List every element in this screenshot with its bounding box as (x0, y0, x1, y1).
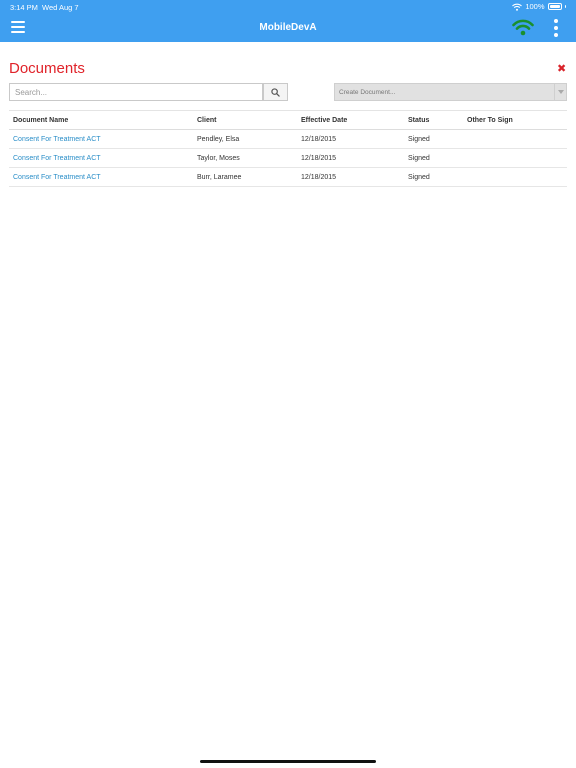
document-name-link[interactable]: Consent For Treatment ACT (9, 148, 193, 168)
vertical-dots-icon[interactable] (552, 19, 560, 37)
app-title: MobileDevA (259, 22, 317, 33)
table-row[interactable]: Consent For Treatment ACT Burr, Laramee … (9, 167, 567, 187)
client-cell: Taylor, Moses (193, 148, 297, 168)
table-header-row: Document Name Client Effective Date Stat… (9, 110, 567, 130)
create-document-select[interactable]: Create Document... (334, 83, 567, 101)
battery-fill (549, 5, 560, 8)
column-header-status[interactable]: Status (404, 110, 463, 130)
chevron-down-icon[interactable] (554, 84, 566, 100)
create-document-label: Create Document... (339, 89, 396, 96)
column-header-other-to-sign[interactable]: Other To Sign (463, 110, 567, 130)
home-indicator (200, 760, 376, 763)
client-cell: Burr, Laramee (193, 167, 297, 187)
document-name-link[interactable]: Consent For Treatment ACT (9, 129, 193, 149)
close-x-icon[interactable]: ✖ (557, 64, 566, 75)
app-header: 3:14 PM Wed Aug 7 100% MobileDevA (0, 0, 576, 42)
documents-table: Document Name Client Effective Date Stat… (9, 110, 567, 187)
table-row[interactable]: Consent For Treatment ACT Pendley, Elsa … (9, 129, 567, 149)
status-bar: 3:14 PM Wed Aug 7 100% (0, 0, 576, 14)
column-header-document-name[interactable]: Document Name (9, 110, 193, 130)
status-cell: Signed (404, 167, 463, 187)
status-cell: Signed (404, 148, 463, 168)
search-input[interactable] (9, 83, 263, 101)
wifi-icon[interactable] (512, 18, 534, 36)
status-date: Wed Aug 7 (42, 3, 79, 12)
other-to-sign-cell (463, 129, 567, 149)
column-header-client[interactable]: Client (193, 110, 297, 130)
column-header-effective-date[interactable]: Effective Date (297, 110, 404, 130)
battery-icon (547, 3, 562, 10)
status-time: 3:14 PM (10, 3, 38, 12)
page-title: Documents (9, 60, 85, 77)
search-icon (271, 87, 280, 97)
other-to-sign-cell (463, 148, 567, 168)
wifi-signal-icon (512, 3, 523, 11)
effective-date-cell: 12/18/2015 (297, 129, 404, 149)
effective-date-cell: 12/18/2015 (297, 167, 404, 187)
client-cell: Pendley, Elsa (193, 129, 297, 149)
other-to-sign-cell (463, 167, 567, 187)
search-button[interactable] (263, 83, 288, 101)
status-cell: Signed (404, 129, 463, 149)
table-row[interactable]: Consent For Treatment ACT Taylor, Moses … (9, 148, 567, 168)
battery-percentage: 100% (525, 2, 545, 11)
battery-tip (564, 5, 566, 8)
status-indicators: 100% (512, 2, 566, 11)
document-name-link[interactable]: Consent For Treatment ACT (9, 167, 193, 187)
effective-date-cell: 12/18/2015 (297, 148, 404, 168)
